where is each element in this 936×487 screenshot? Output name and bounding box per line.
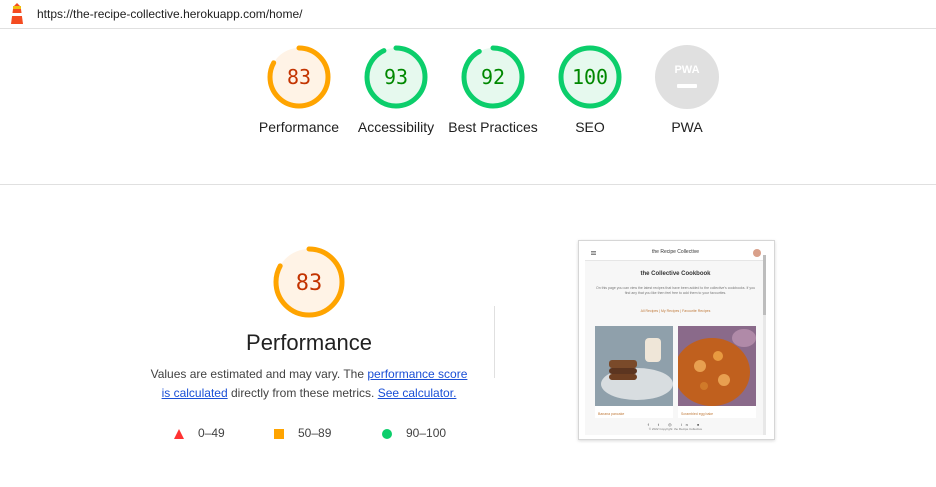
gauge-best-practices[interactable]: 92 Best Practices bbox=[443, 44, 543, 137]
final-screenshot[interactable]: the Recipe Collective the Collective Coo… bbox=[578, 240, 775, 440]
screenshot-paragraph: On this page you can view the latest rec… bbox=[595, 286, 756, 295]
gauge-label: PWA bbox=[671, 119, 703, 135]
gauge-performance[interactable]: 83 Performance bbox=[249, 44, 349, 137]
fail-triangle-icon bbox=[174, 429, 184, 439]
gauge-seo[interactable]: 100 SEO bbox=[540, 44, 640, 137]
gauge-score: 92 bbox=[481, 65, 505, 89]
screenshot-footer: f t ◎ in ● © 2022 Copyright: the Recipe … bbox=[585, 422, 766, 431]
pwa-badge-icon: PWA bbox=[655, 45, 719, 109]
performance-summary: 83 Performance Values are estimated and … bbox=[150, 245, 468, 403]
avatar-icon bbox=[753, 249, 761, 257]
gauge-score: 100 bbox=[572, 65, 608, 89]
desc-mid: directly from these metrics. bbox=[227, 386, 378, 400]
recipe-card: Banana pancake bbox=[595, 326, 673, 418]
gauge-score: 83 bbox=[287, 65, 311, 89]
performance-gauge: 83 bbox=[273, 246, 345, 318]
egg-bake-photo-icon bbox=[674, 326, 756, 406]
gauge-score: 93 bbox=[384, 65, 408, 89]
address-bar: https://the-recipe-collective.herokuapp.… bbox=[0, 0, 936, 29]
pass-circle-icon bbox=[382, 429, 392, 439]
gauge-ring: 92 bbox=[461, 45, 525, 109]
gauge-label: SEO bbox=[575, 119, 605, 135]
average-square-icon bbox=[274, 429, 284, 439]
section-divider bbox=[0, 184, 936, 185]
legend-range: 90–100 bbox=[406, 426, 447, 440]
page-url[interactable]: https://the-recipe-collective.herokuapp.… bbox=[37, 7, 302, 21]
screenshot-page: the Recipe Collective the Collective Coo… bbox=[585, 246, 766, 435]
performance-title: Performance bbox=[246, 330, 372, 355]
category-gauges: 83 Performance 93 Accessibility 92 Best … bbox=[0, 44, 936, 174]
screenshot-navbar: the Recipe Collective bbox=[585, 246, 766, 261]
performance-score: 83 bbox=[296, 271, 323, 296]
screenshot-scroll-thumb bbox=[763, 255, 766, 315]
screenshot-links: All Recipes | My Recipes | Favourite Rec… bbox=[640, 309, 711, 313]
pancake-photo-icon bbox=[595, 326, 673, 406]
gauge-accessibility[interactable]: 93 Accessibility bbox=[346, 44, 446, 137]
performance-description: Values are estimated and may vary. The p… bbox=[150, 365, 468, 403]
calculator-link[interactable]: See calculator. bbox=[378, 386, 457, 400]
pwa-badge-text: PWA bbox=[674, 64, 699, 76]
gauge-label: Performance bbox=[258, 119, 340, 135]
legend-range: 50–89 bbox=[298, 426, 332, 440]
screenshot-copyright: © 2022 Copyright: the Recipe Collective bbox=[648, 427, 703, 431]
gauge-ring: 83 bbox=[267, 45, 331, 109]
legend-range: 0–49 bbox=[198, 426, 225, 440]
gauge-ring: 100 bbox=[558, 45, 622, 109]
recipe-card: Scrambled egg bake bbox=[674, 326, 756, 418]
recipe-card-title: Banana pancake bbox=[598, 412, 625, 416]
desc-prefix: Values are estimated and may vary. The bbox=[150, 367, 368, 381]
gauge-label: Accessibility bbox=[357, 119, 435, 135]
gauge-ring: 93 bbox=[364, 45, 428, 109]
screenshot-heading: the Collective Cookbook bbox=[640, 271, 711, 277]
gauge-label: Best Practices bbox=[448, 119, 538, 135]
screenshot-brand: the Recipe Collective bbox=[652, 249, 699, 255]
gauge-pwa[interactable]: PWA PWA bbox=[637, 44, 737, 137]
vertical-divider bbox=[494, 306, 495, 378]
recipe-card-title: Scrambled egg bake bbox=[681, 412, 714, 416]
lighthouse-icon bbox=[11, 3, 23, 24]
